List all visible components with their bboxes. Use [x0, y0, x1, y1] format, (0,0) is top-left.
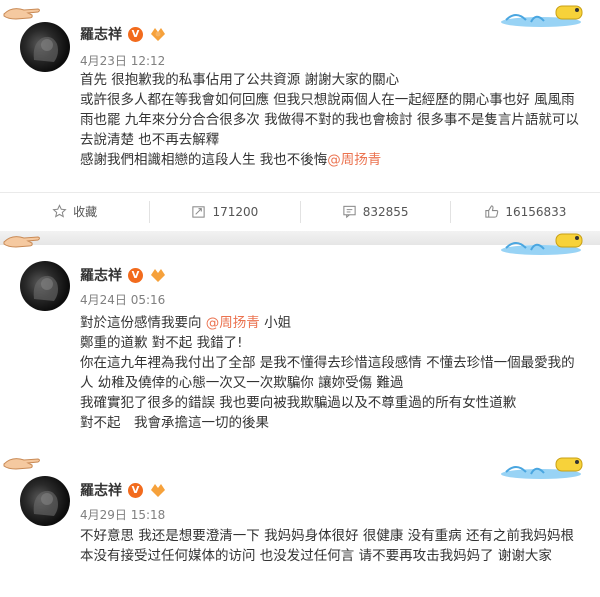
content-line: 我確實犯了很多的錯誤 我也要向被我欺騙過以及不尊重過的所有女性道歉	[80, 395, 517, 411]
content-line: 或許很多人都在等我會如何回應 但我只想說兩個人在一起經歷的開心事也好 風風雨雨也…	[80, 92, 579, 148]
duck-splash-icon	[501, 233, 583, 255]
content-line: 首先 很抱歉我的私事佔用了公共資源 謝謝大家的關心	[80, 72, 400, 88]
like-count: 16156833	[505, 204, 567, 219]
post-content: 不好意思 我还是想要澄清一下 我妈妈身体很好 很健康 没有重病 还有之前我妈妈根…	[80, 526, 585, 566]
author-name[interactable]: 羅志祥	[80, 480, 122, 500]
content-text: 小姐	[264, 315, 292, 331]
post-timestamp[interactable]: 4月24日 05:16	[80, 291, 165, 308]
favorite-button[interactable]: 收藏	[0, 201, 149, 223]
content-line: 對於這份感情我要向 @周扬青 小姐	[80, 313, 585, 333]
duck-splash-icon	[501, 457, 583, 479]
repost-count: 171200	[212, 204, 259, 219]
post-timestamp[interactable]: 4月23日 12:12	[80, 52, 165, 69]
action-bar: 收藏 171200 832855 16156833	[0, 192, 600, 230]
duck-splash-icon	[501, 5, 583, 27]
mention-link[interactable]: @周扬青	[206, 315, 260, 331]
author-name[interactable]: 羅志祥	[80, 265, 122, 285]
pointing-hand-icon	[3, 458, 40, 470]
like-button[interactable]: 16156833	[449, 200, 600, 223]
avatar[interactable]	[20, 22, 70, 72]
content-line: 感謝我們相識相戀的這段人生 我也不後悔@周扬青	[80, 150, 585, 170]
fan-level-icon	[151, 484, 165, 497]
content-text: 感謝我們相識相戀的這段人生 我也不後悔	[80, 152, 328, 168]
verified-badge: V	[128, 267, 143, 283]
content-line: 對不起 我會承擔這一切的後果	[80, 415, 269, 431]
pointing-hand-icon	[3, 236, 40, 248]
content-line: 不好意思 我还是想要澄清一下 我妈妈身体很好 很健康 没有重病 还有之前我妈妈根…	[80, 528, 574, 564]
star-icon	[52, 204, 67, 218]
avatar[interactable]	[20, 476, 70, 526]
comment-button[interactable]: 832855	[299, 200, 450, 223]
fan-level-icon	[151, 269, 165, 282]
comment-icon	[343, 205, 356, 219]
thumbs-up-icon	[485, 205, 499, 218]
post-content: 首先 很抱歉我的私事佔用了公共資源 謝謝大家的關心 或許很多人都在等我會如何回應…	[80, 70, 585, 170]
author-name[interactable]: 羅志祥	[80, 24, 122, 44]
verified-badge: V	[128, 26, 143, 42]
verified-badge: V	[128, 482, 143, 498]
content-line: 你在這九年裡為我付出了全部 是我不懂得去珍惜這段感情 不懂去珍惜一個最愛我的人 …	[80, 355, 575, 391]
pointing-hand-icon	[3, 8, 40, 20]
post-timestamp[interactable]: 4月29日 15:18	[80, 506, 165, 523]
post-content: 對於這份感情我要向 @周扬青 小姐 鄭重的道歉 對不起 我錯了! 你在這九年裡為…	[80, 313, 585, 433]
comment-count: 832855	[362, 204, 409, 219]
repost-button[interactable]: 171200	[149, 200, 299, 223]
avatar[interactable]	[20, 261, 70, 311]
content-text: 對於這份感情我要向	[80, 315, 202, 331]
fan-level-icon	[151, 28, 165, 41]
favorite-label: 收藏	[73, 205, 98, 219]
mention-link[interactable]: @周扬青	[327, 152, 381, 168]
repost-icon	[192, 206, 206, 218]
content-line: 鄭重的道歉 對不起 我錯了!	[80, 335, 243, 351]
